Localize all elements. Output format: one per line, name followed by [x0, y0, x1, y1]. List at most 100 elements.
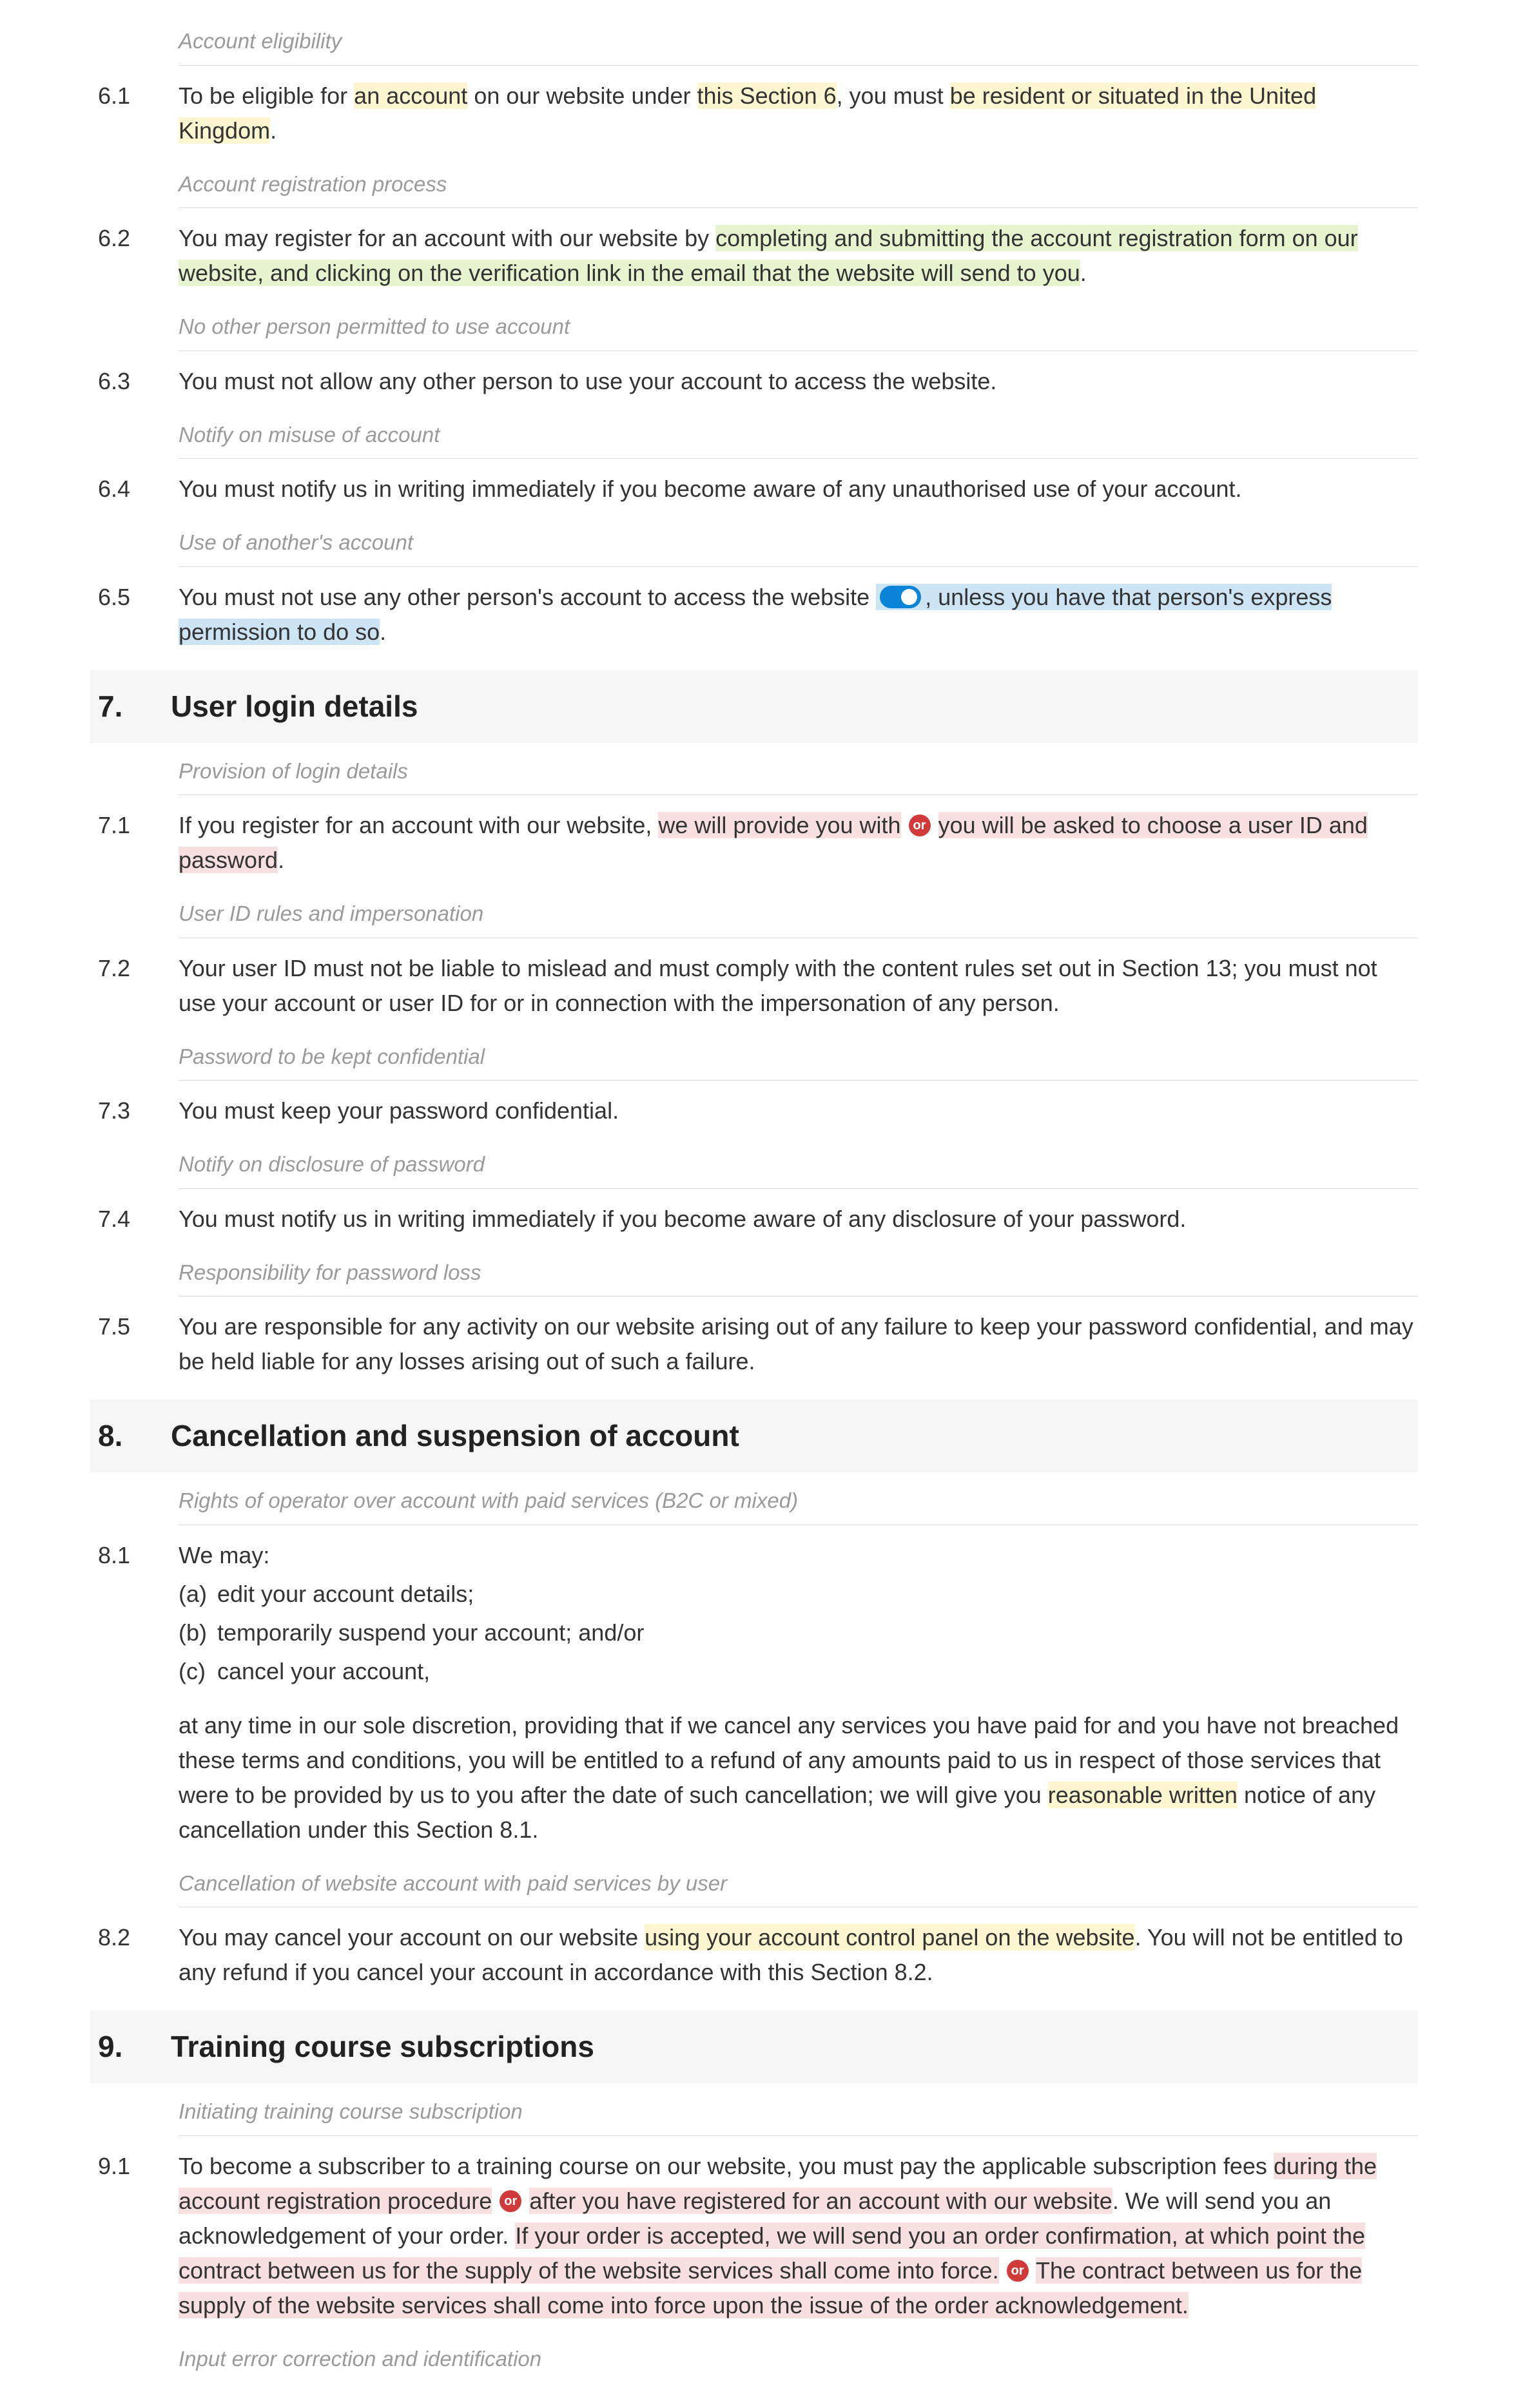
text: You are responsible for any activity on …	[179, 1309, 1418, 1379]
list-item-letter: (c)	[179, 1654, 217, 1689]
clause-body: You must keep your password confidential…	[179, 1093, 1418, 1132]
text: If you register for an account with our …	[179, 812, 658, 838]
clause-body: If you register for an account with our …	[179, 808, 1418, 881]
clause-6-3: 6.3 You must not allow any other person …	[90, 351, 1418, 407]
text: We may:	[179, 1538, 1418, 1573]
subsection-label: Use of another's account	[179, 517, 1418, 567]
clause-7-4: 7.4 You must notify us in writing immedi…	[90, 1189, 1418, 1244]
list-item: (c) cancel your account,	[179, 1654, 1418, 1689]
clause-7-3: 7.3 You must keep your password confiden…	[90, 1081, 1418, 1136]
clause-8-2: 8.2 You may cancel your account on our w…	[90, 1907, 1418, 1998]
text: To become a subscriber to a training cou…	[179, 2153, 1274, 2179]
clause-number: 9.1	[90, 2149, 179, 2327]
editable-text[interactable]: using your account control panel on the …	[645, 1924, 1134, 1950]
clause-number: 7.4	[90, 1202, 179, 1240]
section-number: 9.	[90, 2025, 171, 2069]
alternative-text[interactable]: after you have registered for an account…	[529, 2188, 1112, 2214]
document-body: Account eligibility 6.1 To be eligible f…	[0, 0, 1534, 2408]
subsection-label: Initiating training course subscription	[179, 2086, 1418, 2136]
text: You must notify us in writing immediatel…	[179, 472, 1418, 506]
list-item-letter: (a)	[179, 1577, 217, 1612]
clause-body: You may cancel your account on our websi…	[179, 1920, 1418, 1994]
clause-body: You must not use any other person's acco…	[179, 580, 1418, 653]
clause-body: You must notify us in writing immediatel…	[179, 1202, 1418, 1240]
clause-number: 7.5	[90, 1309, 179, 1383]
or-icon[interactable]: or	[500, 2190, 521, 2212]
text: .	[1080, 260, 1087, 286]
section-number: 8.	[90, 1414, 171, 1458]
clause-7-1: 7.1 If you register for an account with …	[90, 795, 1418, 885]
alternative-text[interactable]: we will provide you with	[658, 812, 900, 838]
clause-9-1: 9.1 To become a subscriber to a training…	[90, 2136, 1418, 2331]
text: .	[380, 619, 386, 645]
subsection-label: Notify on disclosure of password	[179, 1139, 1418, 1189]
section-title: Training course subscriptions	[171, 2025, 594, 2069]
text: , you must	[837, 82, 950, 109]
list-item: (b) temporarily suspend your account; an…	[179, 1615, 1418, 1650]
subsection-label: User ID rules and impersonation	[179, 888, 1418, 938]
subsection-label: Provision of login details	[179, 746, 1418, 796]
clause-number: 6.3	[90, 364, 179, 403]
or-icon[interactable]: or	[909, 814, 931, 836]
clause-7-2: 7.2 Your user ID must not be liable to m…	[90, 938, 1418, 1028]
editable-text[interactable]: this Section 6	[697, 82, 837, 109]
clause-number: 7.2	[90, 951, 179, 1025]
text: temporarily suspend your account; and/or	[217, 1615, 644, 1650]
clause-body: We may: (a) edit your account details; (…	[179, 1538, 1418, 1851]
editable-text[interactable]: an account	[354, 82, 467, 109]
clause-number: 6.5	[90, 580, 179, 653]
clause-7-5: 7.5 You are responsible for any activity…	[90, 1296, 1418, 1387]
section-number: 7.	[90, 684, 171, 729]
text: You may register for an account with our…	[179, 225, 715, 251]
clause-number: 6.4	[90, 472, 179, 510]
text: You must notify us in writing immediatel…	[179, 1202, 1418, 1237]
editable-text[interactable]: reasonable written	[1048, 1782, 1238, 1808]
list-item-letter: (b)	[179, 1615, 217, 1650]
text: .	[278, 847, 284, 873]
clause-number: 7.3	[90, 1093, 179, 1132]
subsection-label: Rights of operator over account with pai…	[179, 1475, 1418, 1525]
clause-6-4: 6.4 You must notify us in writing immedi…	[90, 459, 1418, 514]
text: To be eligible for	[179, 82, 354, 109]
clause-body: Your user ID must not be liable to misle…	[179, 951, 1418, 1025]
text: You must not allow any other person to u…	[179, 364, 1418, 399]
clause-6-5: 6.5 You must not use any other person's …	[90, 567, 1418, 657]
or-icon[interactable]: or	[1007, 2260, 1029, 2282]
subsection-label: Password to be kept confidential	[179, 1031, 1418, 1081]
subsection-label: Notify on misuse of account	[179, 409, 1418, 459]
section-title: Cancellation and suspension of account	[171, 1414, 739, 1458]
text: You must keep your password confidential…	[179, 1093, 1418, 1128]
text: You must not use any other person's acco…	[179, 584, 869, 610]
toggle-icon[interactable]	[880, 586, 921, 608]
clause-number: 6.1	[90, 79, 179, 152]
text: edit your account details;	[217, 1577, 474, 1612]
text: on our website under	[467, 82, 697, 109]
subsection-label: Input error correction and identificatio…	[179, 2333, 1418, 2383]
clause-8-1: 8.1 We may: (a) edit your account detail…	[90, 1525, 1418, 1855]
clause-body: You may register for an account with our…	[179, 221, 1418, 294]
section-title: User login details	[171, 684, 418, 729]
section-header-7: 7. User login details	[90, 670, 1418, 743]
text: Your user ID must not be liable to misle…	[179, 951, 1418, 1021]
clause-6-1: 6.1 To be eligible for an account on our…	[90, 66, 1418, 156]
list-item: (a) edit your account details;	[179, 1577, 1418, 1612]
clause-body: You are responsible for any activity on …	[179, 1309, 1418, 1383]
section-header-9: 9. Training course subscriptions	[90, 2010, 1418, 2083]
sub-list: (a) edit your account details; (b) tempo…	[179, 1577, 1418, 1689]
clause-number: 6.2	[90, 221, 179, 294]
subsection-label: No other person permitted to use account	[179, 301, 1418, 351]
clause-body: You must notify us in writing immediatel…	[179, 472, 1418, 510]
clause-body: To be eligible for an account on our web…	[179, 79, 1418, 152]
clause-body: You must not allow any other person to u…	[179, 364, 1418, 403]
text: .	[270, 117, 277, 144]
subsection-label: Responsibility for password loss	[179, 1247, 1418, 1297]
text: cancel your account,	[217, 1654, 430, 1689]
subsection-label: Account registration process	[179, 159, 1418, 209]
section-header-8: 8. Cancellation and suspension of accoun…	[90, 1400, 1418, 1472]
subsection-label: Cancellation of website account with pai…	[179, 1858, 1418, 1908]
clause-number: 8.2	[90, 1920, 179, 1994]
alternative-text[interactable]: you will be asked to choose	[938, 812, 1222, 838]
text: You may cancel your account on our websi…	[179, 1924, 645, 1950]
clause-body: To become a subscriber to a training cou…	[179, 2149, 1418, 2327]
clause-number: 8.1	[90, 1538, 179, 1851]
